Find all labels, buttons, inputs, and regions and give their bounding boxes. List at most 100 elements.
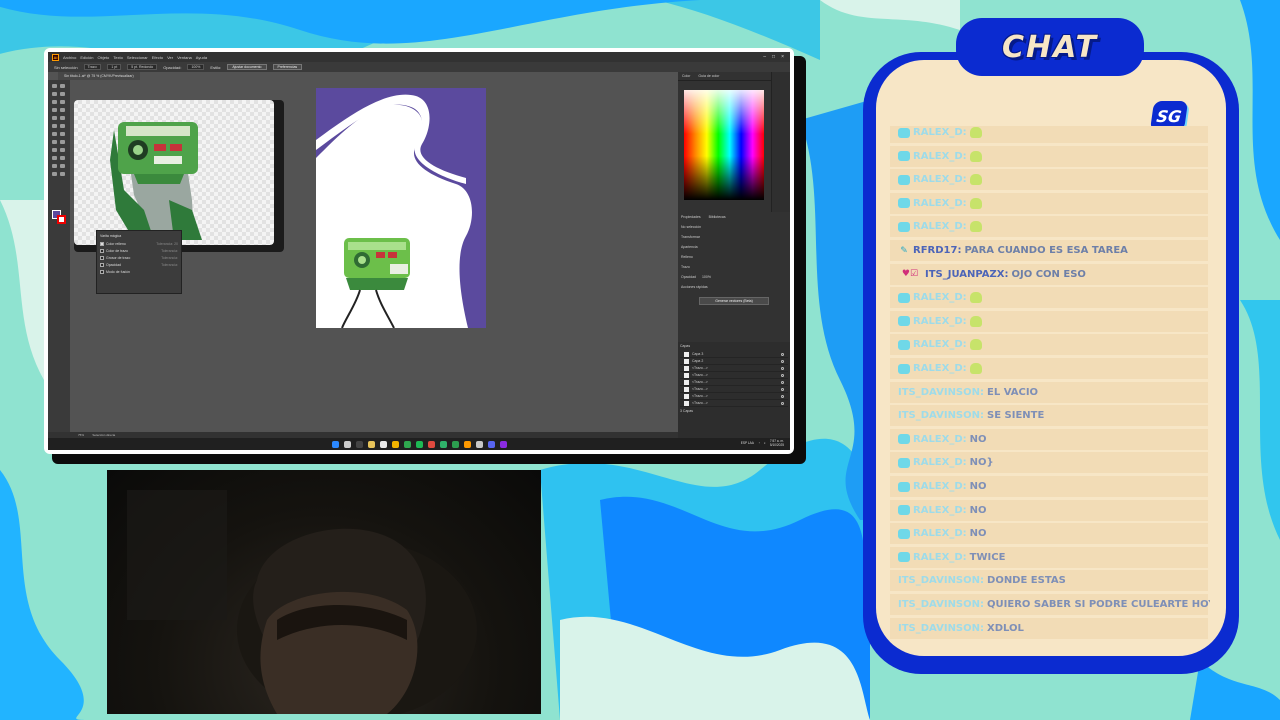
chat-username[interactable]: ITS_DAVINSON: [898,387,984,398]
chat-username[interactable]: ITS_DAVINSON: [898,575,984,586]
tab-properties[interactable]: Propiedades [681,215,701,219]
menu-efecto[interactable]: Efecto [152,55,163,60]
menu-archivo[interactable]: Archivo [63,55,76,60]
pencil-tool-icon[interactable] [52,124,57,128]
hand-tool-icon[interactable] [52,172,57,176]
target-icon[interactable] [781,373,784,377]
shape-builder-tool-icon[interactable] [52,148,57,152]
menu-ayuda[interactable]: Ayuda [196,55,207,60]
chat-username[interactable]: RALEX_D: [913,505,967,516]
menu-edicion[interactable]: Edición [80,55,93,60]
option-blend-mode[interactable]: Modo de fusión [100,270,178,274]
scale-tool-icon[interactable] [60,132,65,136]
store-icon[interactable] [475,440,483,448]
target-icon[interactable] [781,352,784,356]
menu-objeto[interactable]: Objeto [97,55,109,60]
layer-row[interactable]: <Trazo...> [680,372,788,379]
stroke-color-swatch[interactable] [57,215,66,224]
zoom-tool-icon[interactable] [60,172,65,176]
chat-username[interactable]: RALEX_D: [913,174,967,185]
close-icon[interactable]: × [781,54,784,60]
spotify-icon[interactable] [415,440,423,448]
curvature-tool-icon[interactable] [60,100,65,104]
option-fill-color[interactable]: Color relleno Tolerancia: 20 [100,242,178,246]
opacity-field[interactable]: 100% [187,64,205,70]
windows-start-icon[interactable] [331,440,339,448]
eraser-tool-icon[interactable] [60,124,65,128]
option-stroke-color[interactable]: Color de trazo Tolerancia: [100,249,178,253]
target-icon[interactable] [781,401,784,405]
type-tool-icon[interactable] [52,108,57,112]
brave-icon[interactable] [427,440,435,448]
width-tool-icon[interactable] [52,140,57,144]
artboard-tool-icon[interactable] [52,164,57,168]
vectorize-button[interactable]: Generar vectores (Beta) [699,297,769,305]
chat-username[interactable]: RALEX_D: [913,221,967,232]
checkbox-icon[interactable] [100,256,104,260]
chat-username[interactable]: RALEX_D: [913,292,967,303]
menu-texto[interactable]: Texto [113,55,123,60]
chat-username[interactable]: RALEX_D: [913,339,967,350]
layer-row[interactable]: <Trazo...> [680,400,788,407]
discord-icon[interactable] [487,440,495,448]
chat-username[interactable]: ITS_DAVINSON: [898,599,984,610]
xbox-icon[interactable] [451,440,459,448]
gradient-tool-icon[interactable] [60,148,65,152]
target-icon[interactable] [781,359,784,363]
target-icon[interactable] [781,380,784,384]
layer-row[interactable]: Capa 2 [680,358,788,365]
document-setup-button[interactable]: Ajustar documento [227,64,267,70]
rectangle-tool-icon[interactable] [52,116,57,120]
magic-wand-tool-icon[interactable] [52,92,57,96]
paintbrush-tool-icon[interactable] [60,116,65,120]
stroke-weight-field[interactable]: 1 pt [107,64,122,70]
wifi-icon[interactable]: ◔ [758,441,760,445]
chat-username[interactable]: RALEX_D: [913,151,967,162]
canvas-area[interactable]: Varita mágica Color relleno Tolerancia: 2… [70,80,678,438]
calendar-icon[interactable] [379,440,387,448]
rotate-tool-icon[interactable] [52,132,57,136]
volume-icon[interactable]: ◖ [764,441,766,445]
chat-username[interactable]: RALEX_D: [913,457,967,468]
file-explorer-icon[interactable] [367,440,375,448]
target-icon[interactable] [781,387,784,391]
layer-row[interactable]: <Trazo...> [680,393,788,400]
chat-username[interactable]: RALEX_D: [913,481,967,492]
layer-row[interactable]: <Trazo...> [680,365,788,372]
menu-seleccionar[interactable]: Seleccionar [127,55,148,60]
pen-tool-icon[interactable] [52,100,57,104]
tab-color-guide[interactable]: Guía de color [698,74,719,78]
checkbox-icon[interactable] [100,263,104,267]
lasso-tool-icon[interactable] [60,92,65,96]
layer-row[interactable]: Capa 3 [680,351,788,358]
chat-username[interactable]: RALEX_D: [913,363,967,374]
slice-tool-icon[interactable] [60,164,65,168]
document-tab[interactable]: Sin título-1.ai* @ 75 % (CMYK/Previsuali… [58,72,140,80]
chat-username[interactable]: RFRD17: [913,245,961,256]
folder-icon[interactable] [391,440,399,448]
chat-username[interactable]: RALEX_D: [913,198,967,209]
search-icon[interactable] [343,440,351,448]
tab-libraries[interactable]: Bibliotecas [709,215,726,219]
chat-username[interactable]: RALEX_D: [913,552,967,563]
illustrator-taskbar-icon[interactable] [463,440,471,448]
eyedropper-tool-icon[interactable] [52,156,57,160]
checkbox-icon[interactable] [100,249,104,253]
chat-username[interactable]: ITS_DAVINSON: [898,623,984,634]
color-spectrum[interactable] [684,90,764,200]
free-transform-tool-icon[interactable] [60,140,65,144]
selection-tool-icon[interactable] [52,84,57,88]
target-icon[interactable] [781,366,784,370]
menu-ventana[interactable]: Ventana [177,55,192,60]
chat-username[interactable]: RALEX_D: [913,434,967,445]
task-view-icon[interactable] [355,440,363,448]
chat-username[interactable]: RALEX_D: [913,316,967,327]
chrome-icon[interactable] [403,440,411,448]
stroke-style-dropdown[interactable]: 5 pt. Redondo [127,64,158,70]
clock[interactable]: 7:57 a. m. 5/10/2025 [770,439,784,447]
language-indicator[interactable]: ESP LAA [741,441,754,445]
option-stroke-weight[interactable]: Grosor de trazo Tolerancia: [100,256,178,260]
menu-ver[interactable]: Ver [167,55,173,60]
checkbox-icon[interactable] [100,242,104,246]
minecraft-icon[interactable] [439,440,447,448]
